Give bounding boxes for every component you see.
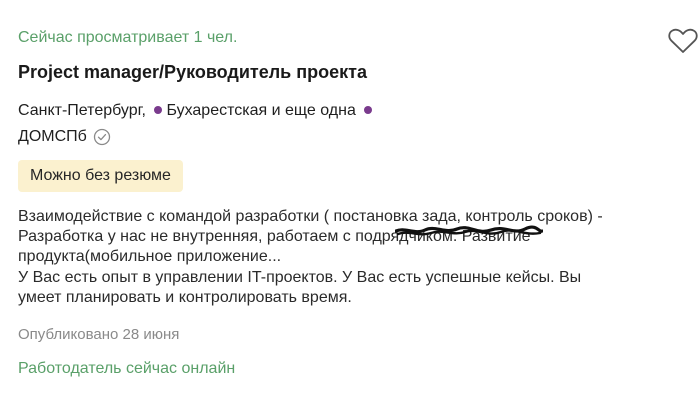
employer-online-status: Работодатель сейчас онлайн (18, 360, 236, 378)
location-line: Санкт-Петербург, Бухарестская и еще одна (18, 100, 682, 122)
description-line: умеет планировать и контролировать время… (18, 288, 352, 306)
description-line: Разработка у нас не внутренняя, работаем… (18, 228, 531, 246)
vacancy-description: Взаимодействие с командой разработки ( п… (18, 207, 698, 308)
company-link[interactable]: ДОМСПб (18, 126, 87, 148)
metro-dot-icon (364, 105, 373, 114)
description-line: У Вас есть опыт в управлении IT-проектов… (18, 268, 582, 286)
verified-check-icon (93, 128, 110, 146)
vacancy-card[interactable]: Сейчас просматривает 1 чел. Project mana… (0, 0, 700, 401)
published-date: Опубликовано 28 июня (18, 326, 180, 344)
metro-stations: Бухарестская и еще одна (166, 102, 356, 119)
description-line: Взаимодействие с командой разработки ( п… (18, 208, 603, 225)
no-resume-badge: Можно без резюме (18, 160, 183, 192)
description-line: продукта(мобильное приложение... (18, 248, 282, 266)
heart-icon[interactable] (667, 27, 699, 55)
company-row: ДОМСПб (18, 126, 682, 148)
metro-dot-icon (154, 105, 163, 114)
city-name: Санкт-Петербург, (18, 102, 146, 119)
vacancy-title[interactable]: Project manager/Руководитель проекта (18, 60, 682, 84)
viewers-counter: Сейчас просматривает 1 чел. (18, 29, 238, 46)
